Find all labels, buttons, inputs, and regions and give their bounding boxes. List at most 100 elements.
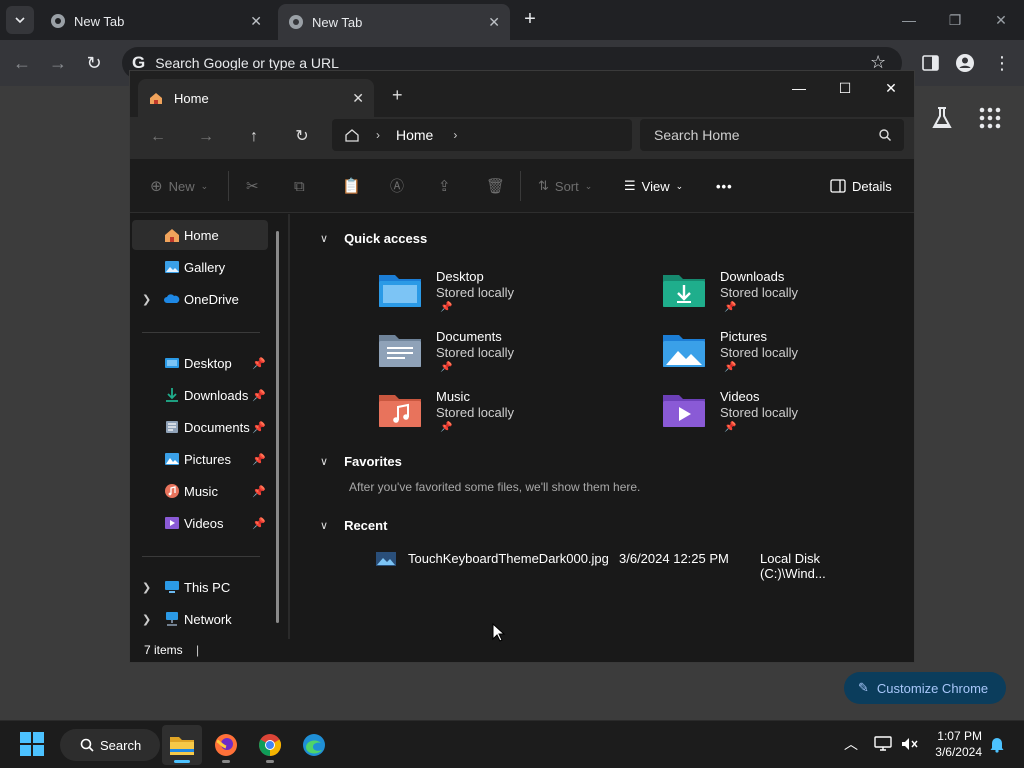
network-status-icon[interactable] [874, 736, 892, 752]
item-count: 7 items [144, 643, 183, 657]
close-icon[interactable]: ✕ [250, 13, 262, 30]
new-label: New [168, 178, 195, 194]
minimize-icon[interactable]: — [886, 0, 932, 40]
item-name: Documents [436, 329, 502, 344]
sidebar-item-downloads[interactable]: Downloads 📌 [132, 380, 268, 410]
labs-flask-icon[interactable] [928, 104, 956, 132]
profile-icon[interactable] [954, 52, 976, 74]
sidebar-item-network[interactable]: ❯ Network [132, 604, 268, 634]
sidebar-item-videos[interactable]: Videos 📌 [132, 508, 268, 538]
share-icon[interactable]: ⇪ [438, 176, 451, 196]
explorer-tab-home[interactable]: Home ✕ [138, 79, 374, 117]
quick-access-downloads[interactable]: Downloads Stored locally 📌 [662, 269, 902, 325]
forward-icon[interactable]: → [192, 125, 220, 149]
sidebar-item-music[interactable]: Music 📌 [132, 476, 268, 506]
quick-access-videos[interactable]: Videos Stored locally 📌 [662, 389, 902, 445]
sidebar-item-label: Pictures [184, 451, 231, 467]
onedrive-icon [164, 294, 180, 303]
quick-access-pictures[interactable]: Pictures Stored locally 📌 [662, 329, 902, 385]
restore-icon[interactable]: ❐ [932, 0, 978, 40]
quick-access-music[interactable]: Music Stored locally 📌 [378, 389, 618, 445]
taskbar-edge[interactable] [294, 725, 334, 765]
status-bar-item-count: 7 items | [144, 643, 199, 657]
menu-kebab-icon[interactable]: ⋮ [990, 52, 1014, 76]
breadcrumb-chevron-icon[interactable]: › [453, 128, 457, 142]
rename-icon[interactable]: Ⓐ [390, 176, 404, 196]
taskbar-search-button[interactable]: Search [60, 729, 160, 761]
volume-muted-icon[interactable] [900, 736, 918, 752]
notification-bell-icon[interactable] [988, 735, 1006, 753]
quick-access-documents[interactable]: Documents Stored locally 📌 [378, 329, 618, 385]
sidebar-item-pictures[interactable]: Pictures 📌 [132, 444, 268, 474]
taskbar-clock[interactable]: 1:07 PM 3/6/2024 [926, 728, 982, 760]
sidebar-item-desktop[interactable]: Desktop 📌 [132, 348, 268, 378]
reload-icon[interactable]: ↻ [82, 52, 106, 76]
taskbar-file-explorer[interactable] [162, 725, 202, 765]
recent-header[interactable]: ∨ Recent [320, 518, 387, 533]
refresh-icon[interactable]: ↻ [288, 125, 316, 149]
new-button[interactable]: ⊕ New ⌄ [150, 176, 208, 196]
back-icon[interactable]: ← [144, 125, 172, 149]
quick-access-header[interactable]: ∨ Quick access [320, 231, 427, 246]
list-item[interactable]: TouchKeyboardThemeDark000.jpg 3/6/2024 1… [376, 549, 886, 581]
chevron-up-icon[interactable]: ︿ [844, 734, 858, 754]
breadcrumb-home[interactable]: Home [396, 127, 433, 143]
chrome-tab-2[interactable]: New Tab ✕ [278, 4, 510, 40]
back-icon[interactable]: ← [10, 52, 34, 76]
minimize-icon[interactable]: — [776, 73, 822, 103]
windows-start-icon[interactable] [20, 732, 44, 756]
view-button[interactable]: ☰ View ⌄ [624, 176, 683, 196]
pin-icon[interactable]: 📌 [252, 421, 266, 434]
chrome-tab-1[interactable]: New Tab ✕ [40, 6, 272, 36]
maximize-icon[interactable]: ☐ [822, 73, 868, 103]
taskbar-firefox[interactable] [206, 725, 246, 765]
close-icon[interactable]: ✕ [978, 0, 1024, 40]
pin-icon[interactable]: 📌 [252, 517, 266, 530]
taskbar-search-label: Search [100, 737, 142, 753]
chevron-right-icon[interactable]: ❯ [142, 293, 151, 306]
close-icon[interactable]: ✕ [868, 73, 914, 103]
customize-chrome-label: Customize Chrome [876, 680, 989, 696]
sidebar-item-onedrive[interactable]: ❯ OneDrive [132, 284, 268, 314]
side-panel-icon[interactable] [920, 52, 942, 74]
favorites-header[interactable]: ∨ Favorites [320, 454, 402, 469]
file-explorer-icon [170, 737, 194, 755]
delete-icon[interactable]: 🗑 [486, 176, 505, 196]
close-icon[interactable]: ✕ [488, 14, 500, 31]
sort-button[interactable]: ⇅ Sort ⌄ [538, 176, 592, 196]
search-input[interactable]: Search Home [640, 119, 904, 151]
cut-icon[interactable]: ✂ [246, 176, 259, 196]
sidebar-item-gallery[interactable]: Gallery [132, 252, 268, 282]
see-more-button[interactable]: ••• [716, 176, 733, 196]
command-separator [228, 171, 229, 201]
taskbar-chrome[interactable] [250, 725, 290, 765]
customize-chrome-button[interactable]: ✎ Customize Chrome [844, 672, 1006, 704]
pin-icon[interactable]: 📌 [252, 389, 266, 402]
pictures-folder-icon [165, 453, 179, 465]
up-arrow-icon[interactable]: ↑ [240, 125, 268, 149]
tab-search-button[interactable] [6, 6, 34, 34]
new-explorer-tab-button[interactable]: + [392, 85, 403, 106]
chevron-right-icon[interactable]: ❯ [142, 581, 151, 594]
pin-icon[interactable]: 📌 [252, 485, 266, 498]
copy-icon[interactable]: ⧉ [294, 176, 305, 196]
sidebar-item-this-pc[interactable]: ❯ This PC [132, 572, 268, 602]
sidebar-scrollbar[interactable] [276, 231, 279, 623]
status-separator: | [196, 643, 200, 657]
documents-folder-icon [379, 335, 421, 367]
forward-icon[interactable]: → [46, 52, 70, 76]
apps-grid-icon[interactable] [976, 104, 1004, 132]
chevron-right-icon[interactable]: ❯ [142, 613, 151, 626]
pin-icon[interactable]: 📌 [252, 357, 266, 370]
sidebar-item-home[interactable]: Home [132, 220, 268, 250]
new-tab-button[interactable]: + [518, 8, 542, 32]
sidebar-item-documents[interactable]: Documents 📌 [132, 412, 268, 442]
item-status: Stored locally [720, 405, 799, 420]
address-bar[interactable]: › Home › [332, 119, 632, 151]
details-button[interactable]: Details [830, 176, 892, 196]
quick-access-desktop[interactable]: Desktop Stored locally 📌 [378, 269, 618, 325]
pin-icon[interactable]: 📌 [252, 453, 266, 466]
sort-label: Sort [554, 178, 579, 194]
close-icon[interactable]: ✕ [352, 90, 364, 107]
paste-icon[interactable]: 📋 [342, 176, 361, 196]
